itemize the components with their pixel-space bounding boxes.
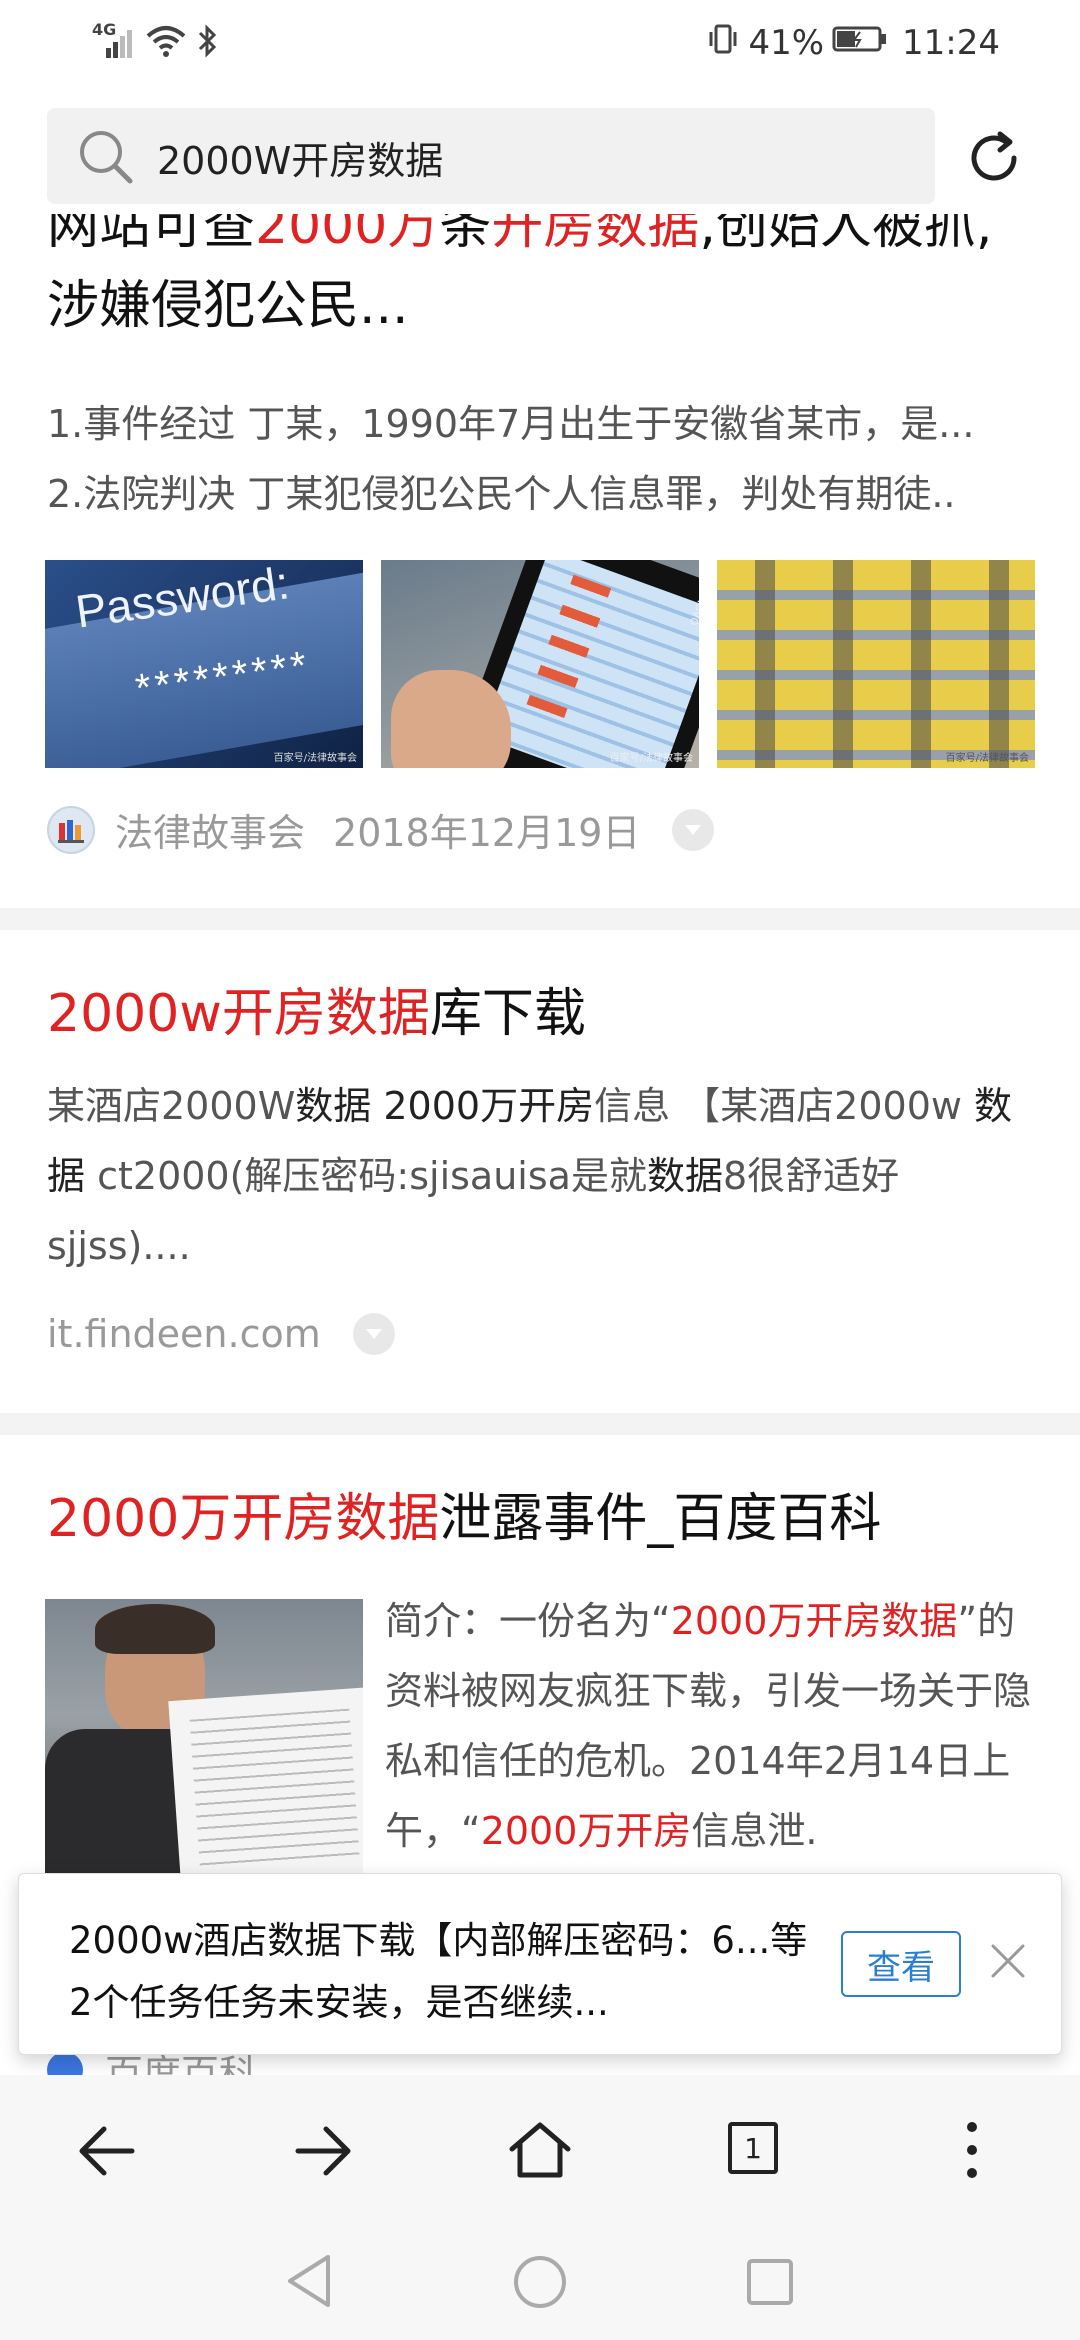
result-snippet: 简介：一份名为“2000万开房数据”的资料被网友疯狂下载，引发一场关于隐私和信任… xyxy=(385,1599,1032,1853)
bluetooth-icon xyxy=(196,24,218,62)
result-thumbnail-image[interactable] xyxy=(45,1599,363,1875)
refresh-icon[interactable] xyxy=(962,126,1026,190)
back-arrow-icon[interactable] xyxy=(76,2123,138,2183)
view-button[interactable]: 查看 xyxy=(841,1931,961,1997)
chevron-down-icon[interactable] xyxy=(672,808,715,851)
result-card[interactable]: 2000万开房数据泄露事件_百度百科 简介：一份名为“2000万开房数据”的资料… xyxy=(0,1435,1080,1875)
result-divider xyxy=(0,1413,1080,1435)
source-avatar-icon xyxy=(47,805,95,854)
result-card[interactable]: 网站可查2000万条开房数据,创始人被抓,涉嫌侵犯公民... 1.事件经过 丁某… xyxy=(0,214,1080,904)
download-prompt-text: 2000w酒店数据下载【内部解压密码：6...等2个任务任务未安装，是否继续..… xyxy=(69,1919,808,2024)
system-home-icon[interactable] xyxy=(512,2254,568,2314)
vibrate-icon xyxy=(706,22,740,65)
clock-time: 11:24 xyxy=(902,23,1000,63)
more-menu-icon[interactable] xyxy=(960,2119,984,2185)
battery-percent: 41% xyxy=(748,23,825,63)
browser-toolbar: 1 xyxy=(0,2075,1080,2225)
result-source-row: 法律故事会 2018年12月19日 xyxy=(47,802,715,857)
search-input[interactable]: 2000W开房数据 xyxy=(157,130,443,185)
result-source-row: it.findeen.com xyxy=(47,1312,395,1356)
result-title[interactable]: 2000w开房数据库下载 xyxy=(47,974,1037,1054)
signal-icon: 4G xyxy=(92,20,136,60)
status-right: 41% 11:24 xyxy=(706,18,1000,68)
tab-count: 1 xyxy=(744,2131,762,2165)
result-snippet: 某酒店2000W数据 2000万开房信息 【某酒店2000w 数据 ct2000… xyxy=(47,1084,1013,1268)
result-date: 2018年12月19日 xyxy=(333,811,641,855)
result-card[interactable]: 2000w开房数据库下载 某酒店2000W数据 2000万开房信息 【某酒店20… xyxy=(0,930,1080,1410)
search-bar[interactable]: 2000W开房数据 xyxy=(47,108,935,204)
phone-data-image[interactable]: lenovo 百家号/法律故事会 xyxy=(381,560,699,768)
result-source[interactable]: it.findeen.com xyxy=(47,1312,321,1356)
system-recents-icon[interactable] xyxy=(745,2257,795,2311)
battery-icon xyxy=(832,23,888,63)
result-source[interactable]: 法律故事会 xyxy=(115,802,305,857)
password-screen-image[interactable]: Password: ********* 百家号/法律故事会 xyxy=(45,560,363,768)
status-left: 4G xyxy=(92,18,218,68)
yellow-building-image[interactable]: 百家号/法律故事会 xyxy=(717,560,1035,768)
result-title[interactable]: 2000万开房数据泄露事件_百度百科 xyxy=(47,1479,1037,1559)
result-snippet: 1.事件经过 丁某，1990年7月出生于安徽省某市，是... 2.法院判决 丁某… xyxy=(47,402,975,516)
result-title[interactable]: 网站可查2000万条开房数据,创始人被抓,涉嫌侵犯公民... xyxy=(47,214,1007,346)
search-icon xyxy=(75,126,135,186)
wifi-icon xyxy=(146,24,186,62)
forward-arrow-icon[interactable] xyxy=(292,2123,354,2183)
close-icon[interactable] xyxy=(985,1938,1031,1984)
tabs-button[interactable]: 1 xyxy=(728,2122,778,2174)
status-bar: 4G 41% 11:24 xyxy=(0,0,1080,90)
result-divider xyxy=(0,908,1080,930)
system-back-icon[interactable] xyxy=(284,2253,334,2313)
home-icon[interactable] xyxy=(508,2119,572,2185)
chevron-down-icon[interactable] xyxy=(352,1313,395,1355)
download-prompt: 2000w酒店数据下载【内部解压密码：6...等2个任务任务未安装，是否继续..… xyxy=(18,1873,1062,2055)
system-nav-bar xyxy=(0,2225,1080,2340)
